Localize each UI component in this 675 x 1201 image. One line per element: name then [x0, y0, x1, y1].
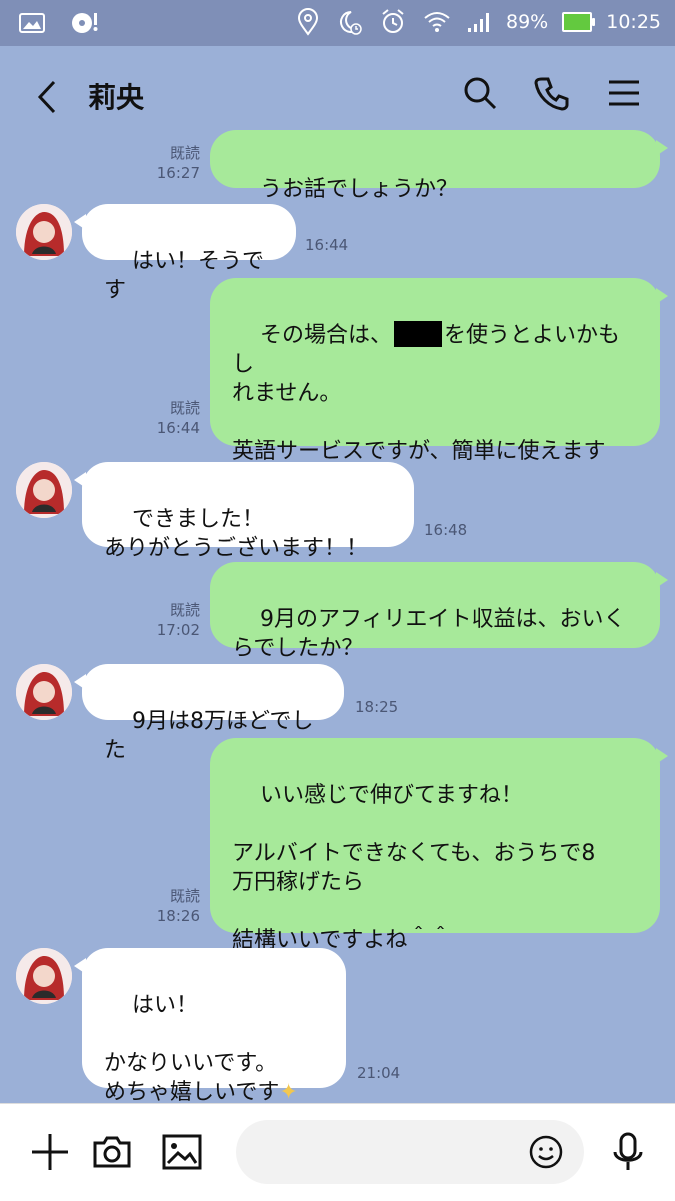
message-text: はい！ かなりいいです。 めちゃ嬉しいです: [104, 993, 280, 1105]
chat-title: 莉央: [88, 81, 145, 114]
signal-icon: [468, 13, 489, 32]
incoming-message[interactable]: はい！そうです: [74, 204, 296, 303]
avatar-image: [16, 204, 72, 260]
avatar[interactable]: [16, 948, 72, 1004]
read-receipt: 既読: [169, 144, 200, 162]
incoming-message[interactable]: 9月は8万ほどでした: [74, 664, 344, 763]
message-time: 16:44: [305, 236, 349, 254]
emoji-icon[interactable]: [526, 1132, 566, 1172]
message-text: うお話でしょうか？: [259, 177, 458, 202]
message-text: いい感じで伸びてますね！ アルバイトできなくても、おうちで8 万円稼げたら 結構…: [232, 783, 596, 953]
read-meta: 既読 17:02: [148, 600, 200, 640]
chevron-left-icon[interactable]: [30, 78, 68, 116]
avatar-image: [16, 948, 72, 1004]
incoming-message[interactable]: はい！ かなりいいです。 めちゃ嬉しいです✦: [74, 948, 346, 1105]
avatar-image: [16, 664, 72, 720]
outgoing-message[interactable]: その場合は、 を使うとよいかもし れません。 英語サービスですが、簡単に使えます …: [210, 278, 668, 493]
message-time: 16:44: [156, 419, 200, 437]
clock: 10:25: [606, 11, 661, 33]
sparkle-icon: ✦: [279, 1080, 298, 1105]
message-time: 21:04: [357, 1064, 401, 1082]
read-receipt: 既読: [169, 601, 200, 619]
read-meta: 既読 16:27: [148, 143, 200, 183]
redacted-text: [394, 321, 442, 347]
message-text: できました！ ありがとうございます！！: [104, 507, 369, 561]
avatar-image: [16, 462, 72, 518]
battery-percent: 89%: [506, 11, 549, 33]
music-disc-icon: [72, 13, 98, 33]
message-text-before-redaction: その場合は、: [259, 323, 392, 348]
location-icon: [297, 8, 319, 36]
night-mode-icon: [340, 11, 362, 35]
message-input-wrapper: [236, 1120, 584, 1184]
microphone-icon[interactable]: [606, 1130, 650, 1174]
battery-icon: [562, 12, 596, 32]
avatar[interactable]: [16, 204, 72, 260]
status-bar: 89% 10:25: [0, 0, 675, 46]
gallery-icon: [19, 13, 45, 33]
incoming-message[interactable]: できました！ ありがとうございます！！: [74, 462, 414, 561]
read-meta: 既読 18:26: [148, 886, 200, 926]
message-list[interactable]: 既読 16:27 うお話でしょうか？ はい！そうです 16:44 既読 16:4…: [0, 130, 675, 1105]
read-receipt: 既読: [169, 399, 200, 417]
message-time: 18:26: [156, 907, 200, 925]
wifi-icon: [424, 12, 450, 32]
read-meta: 既読 16:44: [148, 398, 200, 438]
message-text: 9月のアフィリエイト収益は、おいく らでしたか？: [232, 607, 626, 661]
message-time: 16:27: [156, 164, 200, 182]
phone-icon[interactable]: [533, 74, 571, 112]
alarm-icon: [382, 9, 404, 33]
message-time: 17:02: [156, 621, 200, 639]
outgoing-message[interactable]: いい感じで伸びてますね！ アルバイトできなくても、おうちで8 万円稼げたら 結構…: [210, 738, 668, 953]
avatar[interactable]: [16, 664, 72, 720]
outgoing-message[interactable]: 9月のアフィリエイト収益は、おいく らでしたか？: [210, 562, 668, 661]
message-time: 16:48: [424, 521, 468, 539]
message-input[interactable]: [258, 1134, 522, 1172]
image-icon[interactable]: [160, 1130, 204, 1174]
message-time: 18:25: [355, 698, 399, 716]
menu-icon[interactable]: [605, 74, 643, 112]
plus-icon[interactable]: [28, 1130, 72, 1174]
outgoing-message[interactable]: うお話でしょうか？: [210, 130, 668, 202]
read-receipt: 既読: [169, 887, 200, 905]
camera-icon[interactable]: [90, 1130, 134, 1174]
search-icon[interactable]: [461, 74, 499, 112]
avatar[interactable]: [16, 462, 72, 518]
message-composer: [0, 1103, 675, 1201]
